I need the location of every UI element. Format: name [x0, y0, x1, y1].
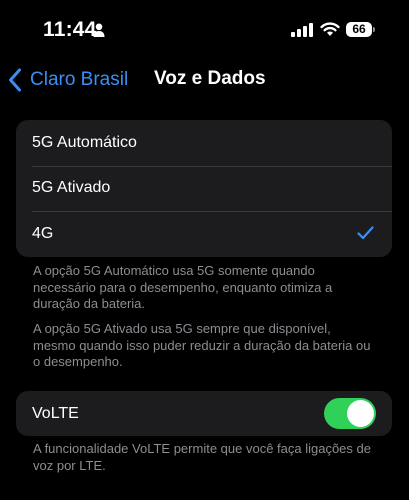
option-label: 5G Automático: [32, 133, 137, 151]
footnote-5g-on: A opção 5G Ativado usa 5G sempre que dis…: [33, 321, 371, 369]
battery-icon: 66: [346, 22, 372, 37]
network-options-group: 5G Automático 5G Ativado 4G: [16, 120, 392, 257]
page-title: Voz e Dados: [154, 68, 266, 89]
volte-row: VoLTE: [16, 391, 392, 436]
option-4g[interactable]: 4G: [16, 211, 392, 257]
battery-tip: [373, 27, 375, 32]
option-label: 4G: [32, 224, 54, 242]
footnote-volte: A funcionalidade VoLTE permite que você …: [33, 441, 371, 473]
volte-toggle[interactable]: [324, 398, 376, 429]
wifi-icon: [320, 22, 340, 36]
chevron-left-icon: [9, 68, 21, 92]
option-5g-on[interactable]: 5G Ativado: [16, 165, 392, 212]
signal-icon: [291, 23, 313, 37]
footnote-5g-auto: A opção 5G Automático usa 5G somente qua…: [33, 263, 333, 311]
checkmark-icon: [357, 226, 374, 240]
navigation-bar: Claro Brasil Voz e Dados: [0, 60, 409, 100]
option-5g-auto[interactable]: 5G Automático: [16, 120, 392, 166]
person-icon: [93, 23, 105, 37]
back-label: Claro Brasil: [30, 69, 129, 90]
volte-group: VoLTE: [16, 391, 392, 436]
volte-label: VoLTE: [32, 404, 79, 422]
status-bar: 11:44 66: [0, 0, 409, 60]
option-label: 5G Ativado: [32, 179, 111, 197]
back-button[interactable]: Claro Brasil: [8, 66, 128, 94]
status-time: 11:44: [43, 18, 97, 41]
toggle-knob: [347, 400, 374, 427]
